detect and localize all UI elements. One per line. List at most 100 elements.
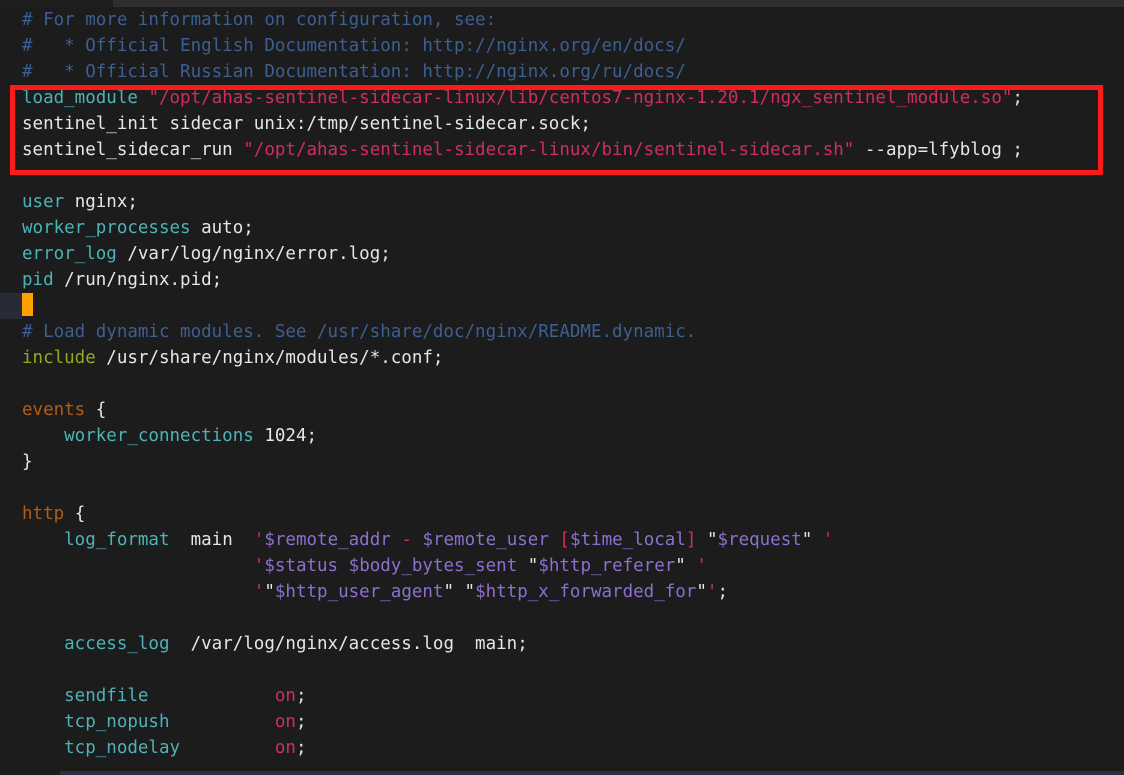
code-token-plain: } <box>22 452 33 472</box>
code-token-directive: worker_connections <box>22 426 254 446</box>
code-token-value: on <box>274 712 296 732</box>
code-token-block: http <box>22 504 65 524</box>
code-token-plain: auto; <box>190 218 254 238</box>
code-line[interactable]: } <box>0 449 1124 475</box>
code-line[interactable]: worker_processes auto; <box>0 215 1124 241</box>
code-token-plain: /var/log/nginx/error.log; <box>116 244 391 264</box>
code-token-directive: pid <box>22 270 54 290</box>
code-token-plain: /usr/share/nginx/modules/*.conf; <box>95 348 444 368</box>
code-token-variable: $http_user_agent <box>274 582 444 602</box>
code-token-variable: $request <box>717 530 802 550</box>
code-line[interactable]: error_log /var/log/nginx/error.log; <box>0 241 1124 267</box>
code-token-string: ' <box>253 530 265 550</box>
code-token-directive: log_format <box>22 530 170 550</box>
code-line[interactable]: worker_connections 1024; <box>0 423 1124 449</box>
code-token-plain: { <box>85 400 107 420</box>
code-line[interactable]: # * Official English Documentation: http… <box>0 33 1124 59</box>
code-token-comment: # For more information on configuration,… <box>22 10 497 30</box>
horizontal-scrollbar[interactable] <box>60 771 1124 775</box>
code-token-string: ' <box>696 556 707 576</box>
code-line[interactable]: sendfile on; <box>0 683 1124 709</box>
text-cursor <box>22 293 33 316</box>
code-token-variable: $remote_user <box>422 530 549 550</box>
code-line[interactable]: pid /run/nginx.pid; <box>0 267 1124 293</box>
code-token-directive: tcp_nodelay <box>22 738 181 758</box>
code-line[interactable]: user nginx; <box>0 189 1124 215</box>
code-line[interactable]: load_module "/opt/ahas-sentinel-sidecar-… <box>0 85 1124 111</box>
code-token-string: - <box>401 530 412 550</box>
code-token-plain: sentinel_init sidecar unix:/tmp/sentinel… <box>22 114 591 134</box>
code-token-variable: $http_referer <box>538 556 676 576</box>
code-line[interactable] <box>0 163 1124 189</box>
code-line[interactable] <box>0 657 1124 683</box>
code-token-plain: main <box>169 530 254 550</box>
code-token-string: ' <box>822 530 834 550</box>
code-line[interactable]: '$status $body_bytes_sent "$http_referer… <box>0 553 1124 579</box>
code-line[interactable]: # * Official Russian Documentation: http… <box>0 59 1124 85</box>
code-line[interactable] <box>0 293 1124 319</box>
code-line[interactable]: # For more information on configuration,… <box>0 7 1124 33</box>
code-token-directive: error_log <box>22 244 117 264</box>
code-token-directive: tcp_nopush <box>22 712 170 732</box>
code-line[interactable]: '"$http_user_agent" "$http_x_forwarded_f… <box>0 579 1124 605</box>
code-token-directive: access_log <box>22 634 170 654</box>
code-token-plain: " <box>696 582 707 602</box>
code-token-value: on <box>274 738 296 758</box>
code-editor-text-area[interactable]: # For more information on configuration,… <box>0 7 1124 775</box>
code-token-string: ] <box>685 530 697 550</box>
code-line[interactable]: include /usr/share/nginx/modules/*.conf; <box>0 345 1124 371</box>
code-token-plain: { <box>64 504 86 524</box>
code-line[interactable] <box>0 475 1124 501</box>
window-titlebar-strip-right <box>113 0 1124 7</box>
code-token-punct: ; <box>1012 88 1023 108</box>
code-token-plain: /var/log/nginx/access.log main; <box>169 634 528 654</box>
code-token-string: [ <box>559 530 570 550</box>
code-token-string: ' <box>706 582 718 602</box>
code-token-directive: user <box>22 192 65 212</box>
code-token-plain: " <box>696 530 718 550</box>
code-line[interactable]: # Load dynamic modules. See /usr/share/d… <box>0 319 1124 345</box>
code-token-plain: --app=lfyblog ; <box>854 140 1023 160</box>
code-token-punct: ; <box>295 712 307 732</box>
code-token-block: events <box>22 400 86 420</box>
code-line[interactable]: http { <box>0 501 1124 527</box>
code-token-plain: " <box>264 582 275 602</box>
code-token-string: "/opt/ahas-sentinel-sidecar-linux/bin/se… <box>243 140 855 160</box>
code-token-comment: # Load dynamic modules. See /usr/share/d… <box>22 322 697 342</box>
code-token-plain: " <box>675 556 697 576</box>
code-token-variable: $remote_addr <box>264 530 391 550</box>
code-token-plain: /run/nginx.pid; <box>53 270 223 290</box>
code-token-plain: " " <box>443 582 476 602</box>
code-line[interactable]: sentinel_init sidecar unix:/tmp/sentinel… <box>0 111 1124 137</box>
code-token-variable: $time_local <box>569 530 686 550</box>
code-line[interactable]: access_log /var/log/nginx/access.log mai… <box>0 631 1124 657</box>
code-line[interactable] <box>0 605 1124 631</box>
code-token-string: "/opt/ahas-sentinel-sidecar-linux/lib/ce… <box>148 88 1013 108</box>
code-token-include: include <box>22 348 96 368</box>
code-token-directive: load_module <box>22 88 138 108</box>
code-line[interactable]: tcp_nopush on; <box>0 709 1124 735</box>
code-line[interactable]: sentinel_sidecar_run "/opt/ahas-sentinel… <box>0 137 1124 163</box>
code-line[interactable]: log_format main '$remote_addr - $remote_… <box>0 527 1124 553</box>
code-line[interactable]: events { <box>0 397 1124 423</box>
code-token-variable: $status <box>264 556 339 576</box>
code-line[interactable]: tcp_nodelay on; <box>0 735 1124 761</box>
code-token-punct: ; <box>295 686 307 706</box>
code-token-plain: 1024; <box>253 426 318 446</box>
code-token-plain: " <box>517 556 539 576</box>
code-token-string: ' <box>253 582 265 602</box>
code-line[interactable] <box>0 371 1124 397</box>
code-token-punct: ; <box>295 738 307 758</box>
editor-window: # For more information on configuration,… <box>0 0 1124 775</box>
code-token-plain: sentinel_sidecar_run <box>22 140 244 160</box>
